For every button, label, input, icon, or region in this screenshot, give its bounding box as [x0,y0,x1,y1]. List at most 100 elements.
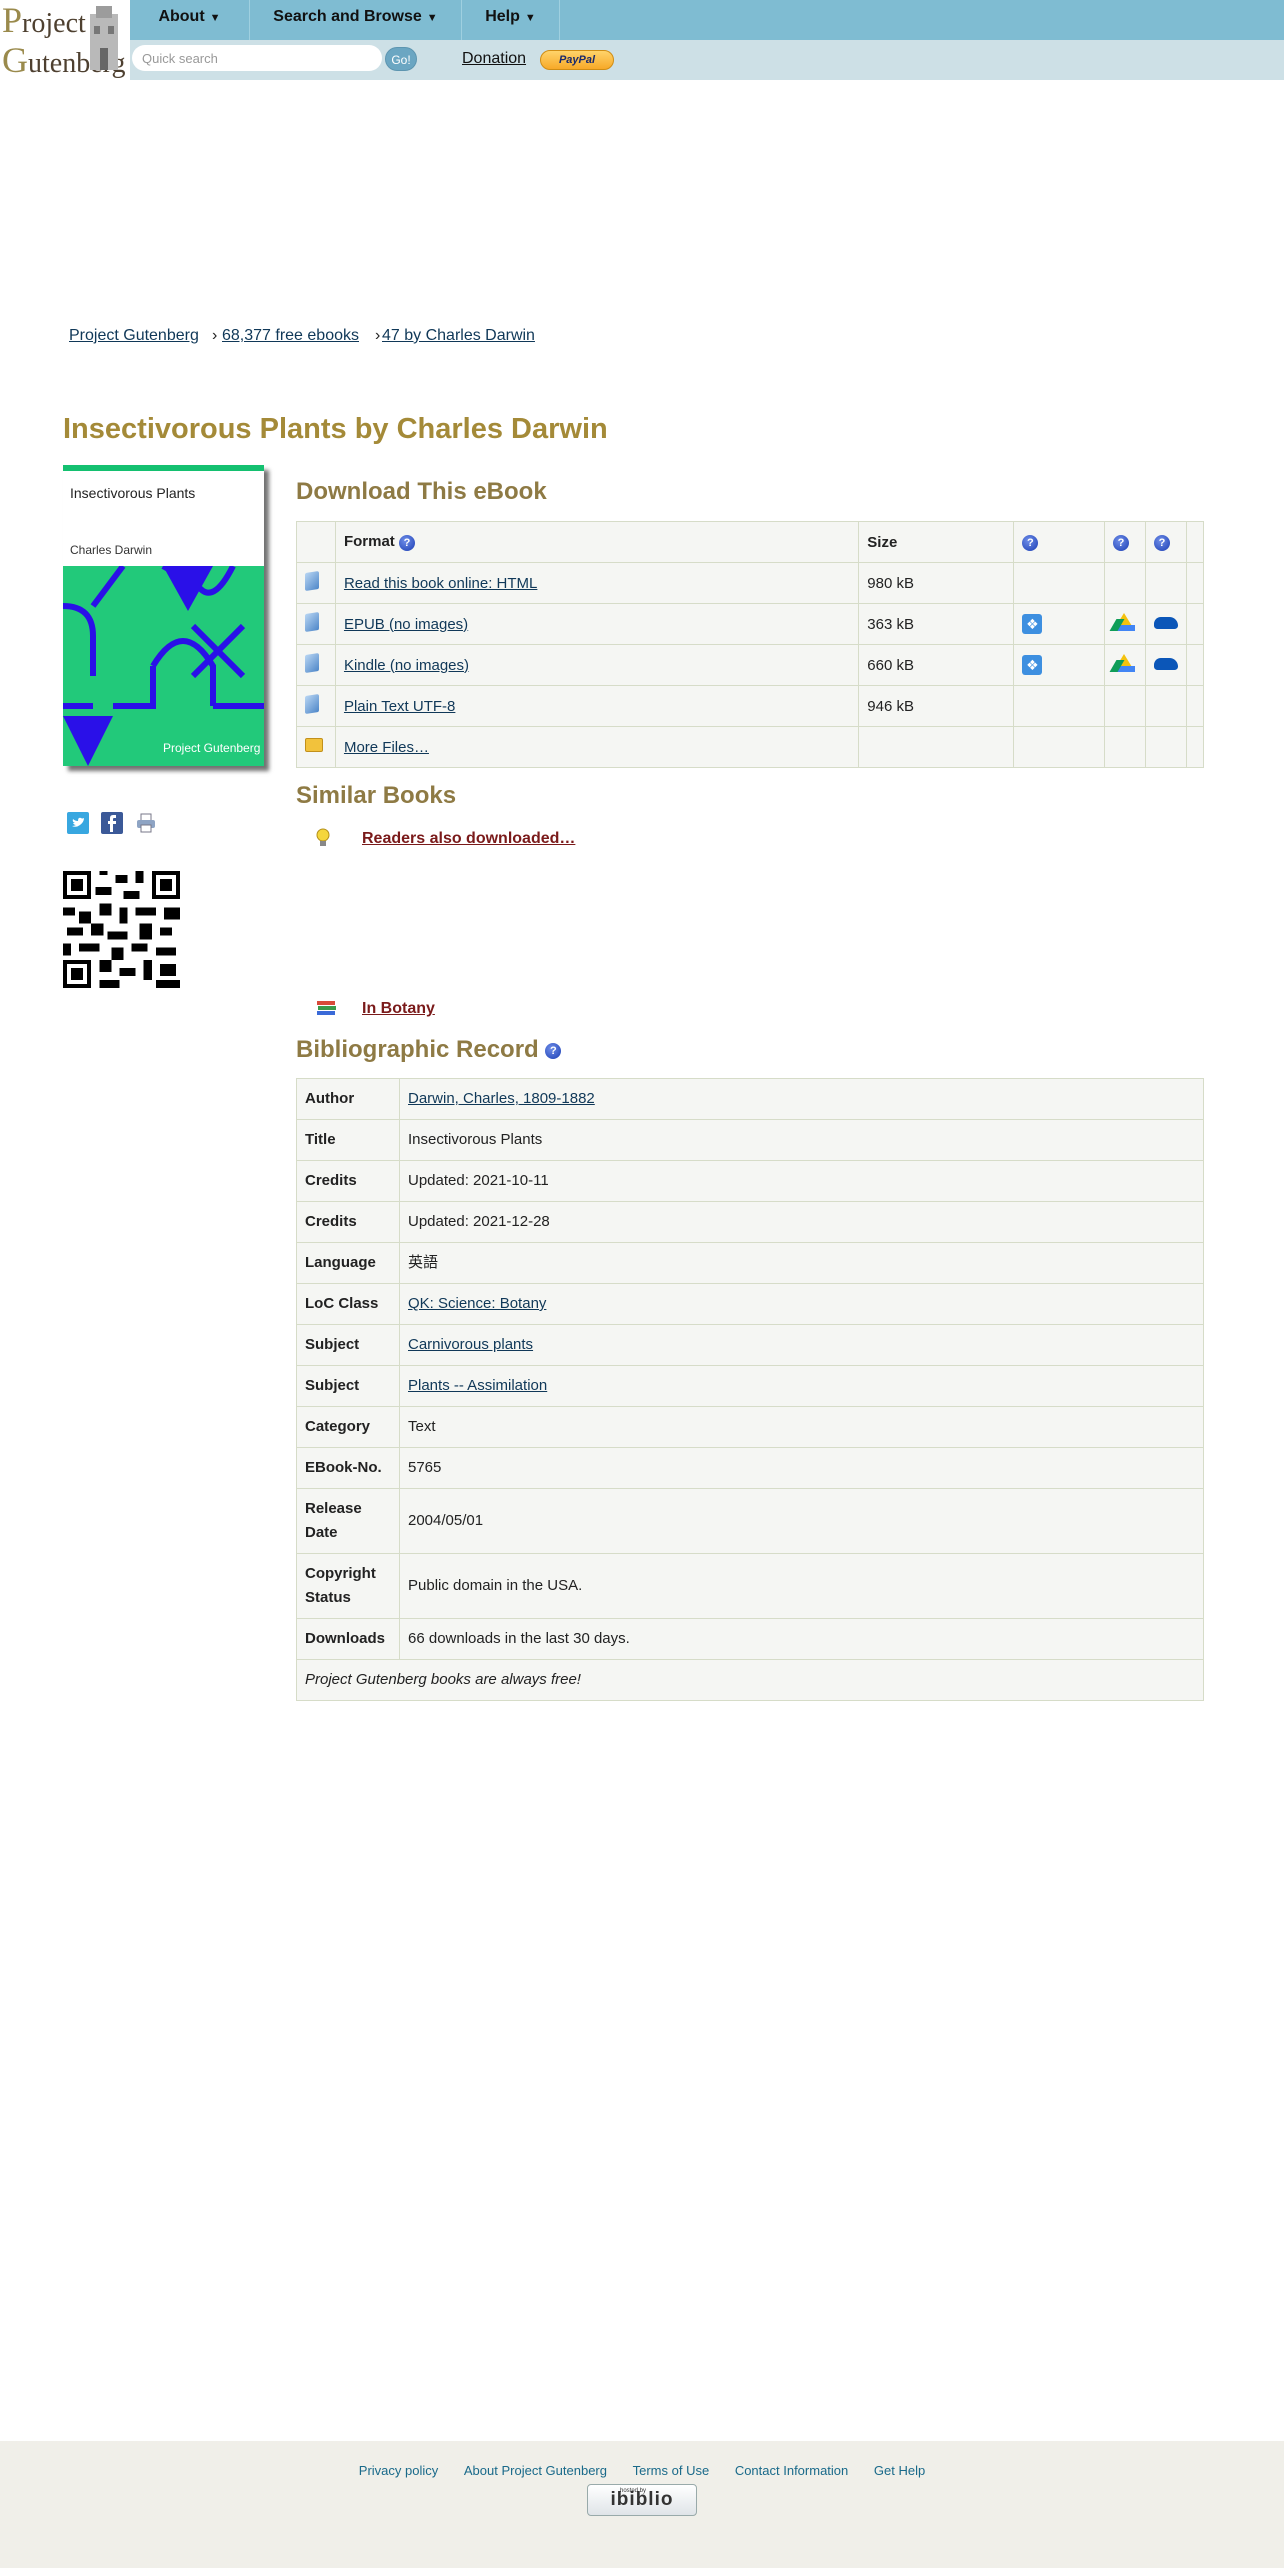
table-row: Credits Updated: 2021-10-11 [296,1160,1204,1202]
format-header: Format [343,533,395,551]
search-go-button[interactable]: Go! [385,47,417,71]
table-row: Project Gutenberg books are always free! [296,1659,1204,1701]
free-books-note: Project Gutenberg books are always free! [296,1659,1204,1701]
ibiblio-badge[interactable]: hosted by ibiblio [587,2484,697,2516]
table-row: Subject Plants -- Assimilation [296,1365,1204,1407]
bib-value: Updated: 2021-12-28 [399,1201,1204,1243]
breadcrumb-project-gutenberg[interactable]: Project Gutenberg [69,327,199,345]
loc-class-link[interactable]: QK: Science: Botany [408,1295,546,1312]
cover-author: Charles Darwin [70,543,153,557]
bib-label: Subject [296,1324,400,1366]
privacy-policy-link[interactable]: Privacy policy [359,2463,438,2478]
about-project-gutenberg-link[interactable]: About Project Gutenberg [464,2463,607,2478]
dropbox-icon[interactable]: ❖ [1022,655,1043,675]
nav-help[interactable]: Help ▼ [462,0,560,40]
breadcrumb-separator: › [375,327,381,344]
bib-value: Insectivorous Plants [399,1119,1204,1161]
file-size: 946 kB [858,685,1015,727]
twitter-icon[interactable] [67,812,89,834]
breadcrumb-author[interactable]: 47 by Charles Darwin [382,327,535,345]
chevron-down-icon: ▼ [426,12,438,24]
bib-label: LoC Class [296,1283,400,1325]
bib-value: 英語 [399,1242,1204,1284]
subject-link[interactable]: Plants -- Assimilation [408,1377,547,1394]
table-row: Copyright Status Public domain in the USA… [296,1553,1204,1619]
nav-search-and-browse[interactable]: Search and Browse ▼ [250,0,462,40]
readers-also-downloaded-link[interactable]: Readers also downloaded… [362,830,575,848]
site-footer: Privacy policy About Project Gutenberg T… [0,2441,1284,2568]
cover-title: Insectivorous Plants [70,485,196,501]
bib-value: 5765 [399,1447,1204,1489]
file-icon [305,612,319,632]
in-botany-link[interactable]: In Botany [362,1000,435,1018]
table-row: EBook-No. 5765 [296,1447,1204,1489]
download-heading: Download This eBook [296,478,547,505]
file-size: 363 kB [858,603,1015,645]
download-kindle-link[interactable]: Kindle (no images) [344,657,469,674]
bib-label: Credits [296,1201,400,1243]
help-icon[interactable]: ? [398,534,415,551]
bib-label: Author [296,1078,400,1120]
bib-label: Downloads [296,1618,400,1660]
table-row: Kindle (no images) 660 kB ❖ [296,644,1205,686]
table-row: Title Insectivorous Plants [296,1119,1204,1161]
bib-label: Subject [296,1365,400,1407]
table-row: Language 英語 [296,1242,1204,1284]
table-row: Read this book online: HTML 980 kB [296,562,1205,604]
facebook-icon[interactable] [101,812,123,834]
google-drive-icon[interactable] [1112,654,1135,672]
help-icon[interactable]: ? [1153,534,1170,551]
help-icon[interactable]: ? [1112,534,1129,551]
onedrive-icon[interactable] [1153,657,1178,670]
breadcrumb-separator: › [212,327,218,344]
help-icon[interactable]: ? [545,1042,562,1059]
quick-search-input[interactable] [132,45,382,71]
onedrive-icon[interactable] [1153,616,1178,629]
file-size [858,726,1015,768]
project-gutenberg-logo[interactable]: Project Gutenberg [0,0,130,80]
book-cover: Insectivorous Plants Charles Darwin Proj… [63,465,264,766]
bib-label: Title [296,1119,400,1161]
help-icon[interactable]: ? [1022,534,1039,551]
table-row: Downloads 66 downloads in the last 30 day… [296,1618,1204,1660]
contact-information-link[interactable]: Contact Information [735,2463,848,2478]
file-icon [305,694,319,714]
table-row: Plain Text UTF-8 946 kB [296,685,1205,727]
download-html-link[interactable]: Read this book online: HTML [344,575,537,592]
download-plain-text-link[interactable]: Plain Text UTF-8 [344,698,455,715]
breadcrumb-free-ebooks[interactable]: 68,377 free ebooks [222,327,359,345]
get-help-link[interactable]: Get Help [874,2463,925,2478]
bib-label: Release Date [296,1488,400,1554]
download-epub-link[interactable]: EPUB (no images) [344,616,468,633]
table-row: EPUB (no images) 363 kB ❖ [296,603,1205,645]
cover-art: Project Gutenberg [63,566,264,766]
bibliographic-record-heading: Bibliographic Record ? [296,1036,562,1064]
folder-icon [305,738,323,752]
bib-label: EBook-No. [296,1447,400,1489]
search-bar: Go! Donation PayPal [130,40,1284,80]
nav-about[interactable]: About ▼ [130,0,250,40]
chevron-down-icon: ▼ [209,12,221,24]
more-files-link[interactable]: More Files… [344,739,429,756]
page-title: Insectivorous Plants by Charles Darwin [63,413,608,445]
table-row: Subject Carnivorous plants [296,1324,1204,1366]
lightbulb-icon [316,828,330,846]
donation-link[interactable]: Donation [462,50,526,68]
bib-value: 2004/05/01 [399,1488,1204,1554]
google-drive-icon[interactable] [1112,613,1135,631]
print-icon[interactable] [135,812,157,834]
subject-link[interactable]: Carnivorous plants [408,1336,533,1353]
table-row: LoC Class QK: Science: Botany [296,1283,1204,1325]
file-size: 980 kB [858,562,1015,604]
table-row: Author Darwin, Charles, 1809-1882 [296,1078,1204,1120]
chevron-down-icon: ▼ [524,12,536,24]
dropbox-icon[interactable]: ❖ [1022,614,1043,634]
author-link[interactable]: Darwin, Charles, 1809-1882 [408,1090,595,1107]
file-size: 660 kB [858,644,1015,686]
bib-label: Language [296,1242,400,1284]
paypal-button[interactable]: PayPal [540,50,614,70]
main-nav: About ▼ Search and Browse ▼ Help ▼ [130,0,1284,40]
bib-value: Updated: 2021-10-11 [399,1160,1204,1202]
file-icon [305,653,319,673]
castle-icon [90,6,118,70]
